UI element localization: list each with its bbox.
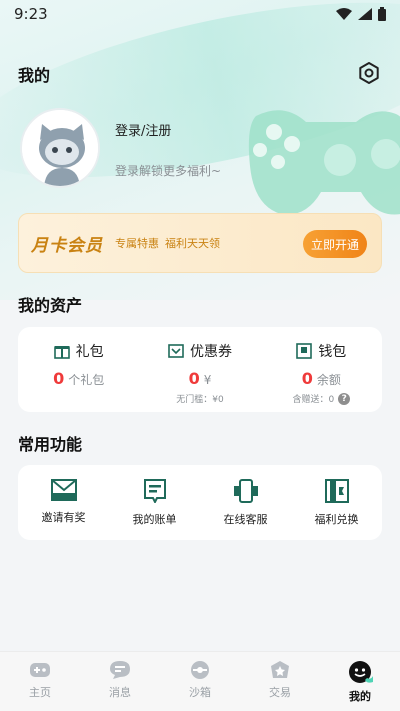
asset-unit: ¥ <box>203 373 212 387</box>
assets-card: 礼包 0 个礼包 优惠券 0 ¥ 无门槛：¥0 钱包 0 余额 含赠送：0 ? <box>18 327 382 412</box>
functions-card: 邀请有奖 我的账单 在线客服 福利兑换 <box>18 465 382 540</box>
battery-icon <box>378 7 386 21</box>
asset-gift-pack[interactable]: 礼包 0 个礼包 <box>18 327 139 412</box>
function-label: 在线客服 <box>223 513 268 526</box>
coupon-icon <box>168 344 184 358</box>
signal-icon <box>358 8 372 20</box>
function-invite[interactable]: 邀请有奖 <box>18 465 109 540</box>
asset-value: 0 <box>188 369 200 388</box>
avatar[interactable] <box>20 108 100 188</box>
function-label: 邀请有奖 <box>41 511 86 524</box>
sandbox-icon <box>191 661 209 679</box>
tab-messages[interactable]: 消息 <box>80 652 160 711</box>
trade-badge-icon <box>271 661 289 678</box>
function-redeem[interactable]: 福利兑换 <box>291 465 382 540</box>
assets-section-title: 我的资产 <box>18 296 83 315</box>
asset-label: 礼包 <box>75 344 104 360</box>
tab-mine[interactable]: 我的 <box>320 652 400 711</box>
settings-button[interactable] <box>356 60 382 86</box>
function-label: 福利兑换 <box>314 513 359 526</box>
login-register-link[interactable]: 登录/注册 <box>115 120 171 139</box>
vip-open-button[interactable]: 立即开通 <box>303 230 367 258</box>
envelope-icon <box>50 479 77 501</box>
tab-label: 交易 <box>269 686 291 699</box>
vip-membership-card[interactable]: 月卡会员 专属特惠 福利天天领 立即开通 <box>18 213 382 273</box>
asset-value: 0 <box>301 369 313 388</box>
gear-icon <box>359 62 379 84</box>
function-bill[interactable]: 我的账单 <box>109 465 200 540</box>
asset-note: 含赠送：0 <box>292 395 335 405</box>
asset-label: 钱包 <box>318 344 347 360</box>
functions-section-title: 常用功能 <box>18 435 83 454</box>
gift-icon <box>53 346 70 359</box>
tab-trade[interactable]: 交易 <box>240 652 320 711</box>
smiley-face-icon <box>349 661 373 683</box>
function-label: 我的账单 <box>132 513 177 526</box>
chat-bubble-icon <box>110 661 130 679</box>
help-icon[interactable]: ? <box>338 392 351 405</box>
bottom-tab-bar: 主页 消息 沙箱 交易 我的 <box>0 651 400 711</box>
redeem-icon <box>324 479 349 503</box>
asset-wallet[interactable]: 钱包 0 余额 含赠送：0 ? <box>261 327 382 412</box>
vip-tag-daily: 福利天天领 <box>165 237 220 250</box>
vip-tag-exclusive: 专属特惠 <box>115 237 159 250</box>
page-title: 我的 <box>18 66 51 85</box>
asset-value: 0 <box>53 369 65 388</box>
asset-label: 优惠券 <box>189 344 232 360</box>
asset-unit: 余额 <box>316 373 341 387</box>
asset-coupon[interactable]: 优惠券 0 ¥ 无门槛：¥0 <box>139 327 260 412</box>
game-controller-illustration <box>248 110 400 215</box>
tab-label: 消息 <box>109 686 131 699</box>
asset-note: 无门槛：¥0 <box>176 395 224 405</box>
tab-label: 沙箱 <box>189 686 211 699</box>
status-bar: 9:23 <box>0 0 400 28</box>
wallet-icon <box>296 343 313 359</box>
bill-icon <box>143 479 166 503</box>
gamepad-icon <box>30 663 50 677</box>
login-subtitle: 登录解锁更多福利~ <box>115 164 222 178</box>
status-icons <box>336 7 386 21</box>
tab-label: 主页 <box>29 686 51 699</box>
customer-service-icon <box>233 479 258 503</box>
status-time: 9:23 <box>14 5 48 23</box>
asset-unit: 个礼包 <box>68 373 105 387</box>
function-support[interactable]: 在线客服 <box>200 465 291 540</box>
vip-title: 月卡会员 <box>31 235 103 256</box>
tab-sandbox[interactable]: 沙箱 <box>160 652 240 711</box>
tab-home[interactable]: 主页 <box>0 652 80 711</box>
wifi-icon <box>336 8 352 20</box>
tab-label: 我的 <box>349 690 371 703</box>
